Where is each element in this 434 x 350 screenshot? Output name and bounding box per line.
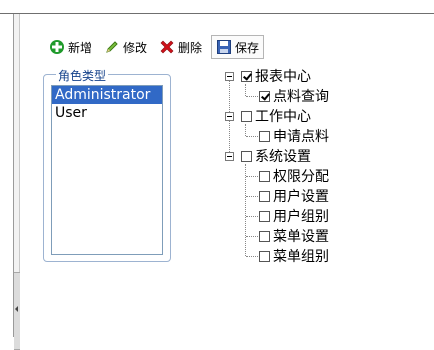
list-item[interactable]: User (52, 104, 162, 122)
collapse-arrow-icon (15, 306, 18, 312)
tree-connector (246, 236, 258, 237)
tree-checkbox[interactable] (259, 230, 270, 242)
left-panel (0, 14, 13, 337)
tree-connector (246, 176, 258, 177)
add-button-label: 新增 (68, 40, 93, 55)
delete-icon (159, 39, 175, 55)
delete-button[interactable]: 删除 (156, 35, 205, 59)
role-type-group: 角色类型 Administrator User (43, 67, 171, 262)
delete-button-label: 删除 (178, 40, 203, 55)
tree-checkbox[interactable] (259, 250, 270, 262)
tree-connector (245, 124, 246, 136)
tree-connector (246, 136, 258, 137)
tree-checkbox[interactable] (259, 190, 270, 202)
list-item[interactable]: Administrator (52, 86, 162, 104)
save-icon (216, 39, 232, 55)
tree-node-apply-material[interactable]: 申请点料 (259, 127, 329, 145)
tree-checkbox[interactable] (259, 130, 270, 142)
tree-node-label: 报表中心 (255, 69, 311, 85)
tree-checkbox[interactable] (259, 210, 270, 222)
tree-node-user-settings[interactable]: 用户设置 (259, 187, 329, 205)
tree-node-label: 点料查询 (273, 89, 329, 105)
role-type-legend: 角色类型 (56, 67, 109, 84)
tree-checkbox[interactable] (259, 170, 270, 182)
role-listbox[interactable]: Administrator User (51, 85, 163, 255)
add-button[interactable]: 新增 (46, 35, 95, 59)
tree-node-work-center[interactable]: 工作中心 (241, 107, 311, 125)
tree-node-system-settings[interactable]: 系统设置 (241, 147, 311, 165)
save-button-label: 保存 (235, 40, 260, 55)
tree-checkbox[interactable] (241, 150, 252, 162)
toolbar: 新增 修改 删除 保存 (46, 34, 270, 60)
tree-node-label: 菜单组别 (273, 249, 329, 265)
tree-connector (246, 256, 258, 257)
tree-connector (245, 164, 246, 256)
tree-checkbox[interactable] (259, 90, 270, 102)
panel-splitter[interactable] (13, 14, 20, 350)
edit-icon (104, 39, 120, 55)
top-divider (0, 13, 434, 14)
tree-node-material-query[interactable]: 点料查询 (259, 87, 329, 105)
save-button[interactable]: 保存 (211, 35, 265, 59)
tree-node-label: 权限分配 (273, 169, 329, 185)
tree-node-report-center[interactable]: 报表中心 (241, 67, 311, 85)
collapse-toggle-icon[interactable] (225, 72, 234, 81)
edit-button[interactable]: 修改 (101, 35, 150, 59)
tree-node-menu-settings[interactable]: 菜单设置 (259, 227, 329, 245)
tree-connector (246, 196, 258, 197)
collapse-toggle-icon[interactable] (225, 112, 234, 121)
add-icon (49, 39, 65, 55)
edit-button-label: 修改 (123, 40, 148, 55)
tree-node-user-groups[interactable]: 用户组别 (259, 207, 329, 225)
tree-checkbox[interactable] (241, 70, 252, 82)
tree-connector (246, 216, 258, 217)
tree-node-menu-groups[interactable]: 菜单组别 (259, 247, 329, 265)
tree-node-permission-assign[interactable]: 权限分配 (259, 167, 329, 185)
tree-node-label: 申请点料 (273, 129, 329, 145)
collapse-toggle-icon[interactable] (225, 152, 234, 161)
tree-connector (246, 96, 258, 97)
collapse-handle[interactable] (14, 272, 20, 350)
tree-node-label: 菜单设置 (273, 229, 329, 245)
tree-checkbox[interactable] (241, 110, 252, 122)
tree-node-label: 系统设置 (255, 149, 311, 165)
tree-node-label: 用户组别 (273, 209, 329, 225)
tree-node-label: 工作中心 (255, 109, 311, 125)
tree-node-label: 用户设置 (273, 189, 329, 205)
tree-connector (245, 84, 246, 96)
